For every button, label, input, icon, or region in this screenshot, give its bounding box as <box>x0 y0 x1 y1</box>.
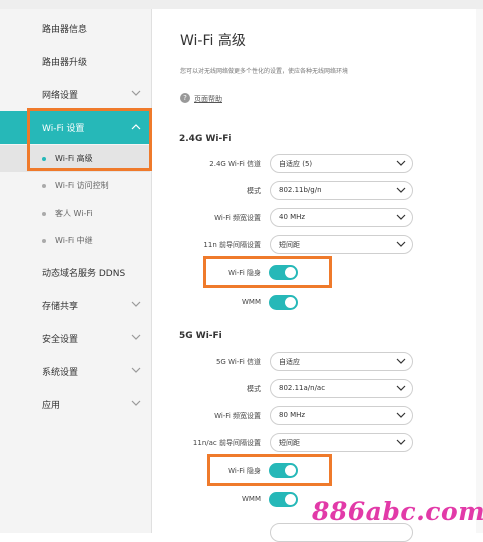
help-link-label: 页面帮助 <box>194 95 222 103</box>
wmm-toggle-5g[interactable] <box>269 492 298 507</box>
bandwidth-select-24g[interactable]: 40 MHz <box>270 208 413 227</box>
field-label: WMM <box>241 298 261 306</box>
sidebar-item-router-upgrade[interactable]: 路由器升级 <box>0 45 150 78</box>
select-value: 80 MHz <box>279 411 306 419</box>
mode-select-24g[interactable]: 802.11b/g/n <box>270 181 413 200</box>
sidebar-subitem-wifi-access-control[interactable]: Wi-Fi 访问控制 <box>0 172 150 199</box>
chevron-down-icon <box>396 160 406 166</box>
page-description: 您可以对无线网络做更多个性化的设置，使应各种无线网络环境 <box>180 68 349 75</box>
highlight-box <box>207 454 332 486</box>
highlight-box <box>203 256 332 288</box>
sidebar: 路由器信息 路由器升级 网络设置 Wi-Fi 设置 Wi-Fi 高级 Wi-Fi… <box>0 9 152 533</box>
sidebar-item-label: 网络设置 <box>42 91 79 101</box>
toggle-knob <box>285 297 296 308</box>
chevron-down-icon <box>396 412 406 418</box>
page-title: Wi-Fi 高级 <box>180 33 246 49</box>
sidebar-item-security-settings[interactable]: 安全设置 <box>0 322 150 355</box>
select-value: 自适应 <box>279 358 300 366</box>
sidebar-item-label: 路由器升级 <box>42 58 88 68</box>
sidebar-item-label: 系统设置 <box>42 368 79 378</box>
sidebar-item-ddns[interactable]: 动态域名服务 DDNS <box>0 256 150 289</box>
select-value: 自适应 (5) <box>279 160 313 168</box>
chevron-down-icon <box>131 367 141 373</box>
select-value: 短间距 <box>279 439 300 447</box>
chevron-down-icon <box>396 187 406 193</box>
toggle-knob <box>285 494 296 505</box>
sidebar-subitem-label: Wi-Fi 访问控制 <box>55 181 109 190</box>
field-label: 5G Wi-Fi 信道 <box>215 358 261 366</box>
chevron-down-icon <box>396 385 406 391</box>
sidebar-subitem-label: Wi-Fi 中继 <box>55 236 93 245</box>
field-label: 2.4G Wi-Fi 信道 <box>209 160 261 168</box>
guard-interval-select-5g[interactable]: 短间距 <box>270 433 413 452</box>
select-value: 802.11a/n/ac <box>279 384 326 392</box>
scrollbar[interactable] <box>476 9 483 533</box>
sidebar-item-apps[interactable]: 应用 <box>0 388 150 421</box>
section-heading-24g: 2.4G Wi-Fi <box>179 134 232 144</box>
bandwidth-select-5g[interactable]: 80 MHz <box>270 406 413 425</box>
sidebar-item-label: 动态域名服务 DDNS <box>42 269 126 279</box>
watermark: 886abc.com <box>312 497 483 526</box>
chevron-down-icon <box>396 439 406 445</box>
sidebar-item-label: 应用 <box>42 401 61 411</box>
channel-select-24g[interactable]: 自适应 (5) <box>270 154 413 173</box>
sidebar-item-label: 存储共享 <box>42 302 79 312</box>
field-label: Wi-Fi 频宽设置 <box>214 214 261 222</box>
select-value: 短间距 <box>279 241 300 249</box>
chevron-down-icon <box>396 358 406 364</box>
guard-interval-select-24g[interactable]: 短间距 <box>270 235 413 254</box>
mode-select-5g[interactable]: 802.11a/n/ac <box>270 379 413 398</box>
chevron-down-icon <box>131 90 141 96</box>
help-icon: ? <box>180 93 190 103</box>
field-label: 模式 <box>247 385 261 393</box>
sidebar-item-router-info[interactable]: 路由器信息 <box>0 12 150 45</box>
top-bar <box>0 0 483 9</box>
chevron-down-icon <box>131 301 141 307</box>
sidebar-item-label: 路由器信息 <box>42 25 88 35</box>
wmm-toggle-24g[interactable] <box>269 295 298 310</box>
select-value: 802.11b/g/n <box>279 186 322 194</box>
channel-select-5g[interactable]: 自适应 <box>270 352 413 371</box>
field-label: 11n 前导间隔设置 <box>203 241 261 249</box>
field-label: 模式 <box>247 187 261 195</box>
sidebar-item-label: 安全设置 <box>42 335 79 345</box>
bullet-icon <box>42 239 46 243</box>
chevron-down-icon <box>396 241 406 247</box>
sidebar-item-network-settings[interactable]: 网络设置 <box>0 78 150 111</box>
chevron-down-icon <box>131 400 141 406</box>
sidebar-item-system-settings[interactable]: 系统设置 <box>0 355 150 388</box>
field-label: Wi-Fi 频宽设置 <box>214 412 261 420</box>
bullet-icon <box>42 184 46 188</box>
select-value: 40 MHz <box>279 213 306 221</box>
sidebar-item-storage-share[interactable]: 存储共享 <box>0 289 150 322</box>
section-heading-5g: 5G Wi-Fi <box>179 331 222 341</box>
highlight-box <box>27 108 152 171</box>
chevron-down-icon <box>396 214 406 220</box>
sidebar-subitem-label: 客人 Wi-Fi <box>55 209 93 218</box>
bullet-icon <box>42 212 46 216</box>
field-label: 11n/ac 前导间隔设置 <box>192 439 261 447</box>
field-label: WMM <box>241 495 261 503</box>
sidebar-subitem-wifi-repeater[interactable]: Wi-Fi 中继 <box>0 227 150 254</box>
sidebar-subitem-guest-wifi[interactable]: 客人 Wi-Fi <box>0 200 150 227</box>
chevron-down-icon <box>131 334 141 340</box>
